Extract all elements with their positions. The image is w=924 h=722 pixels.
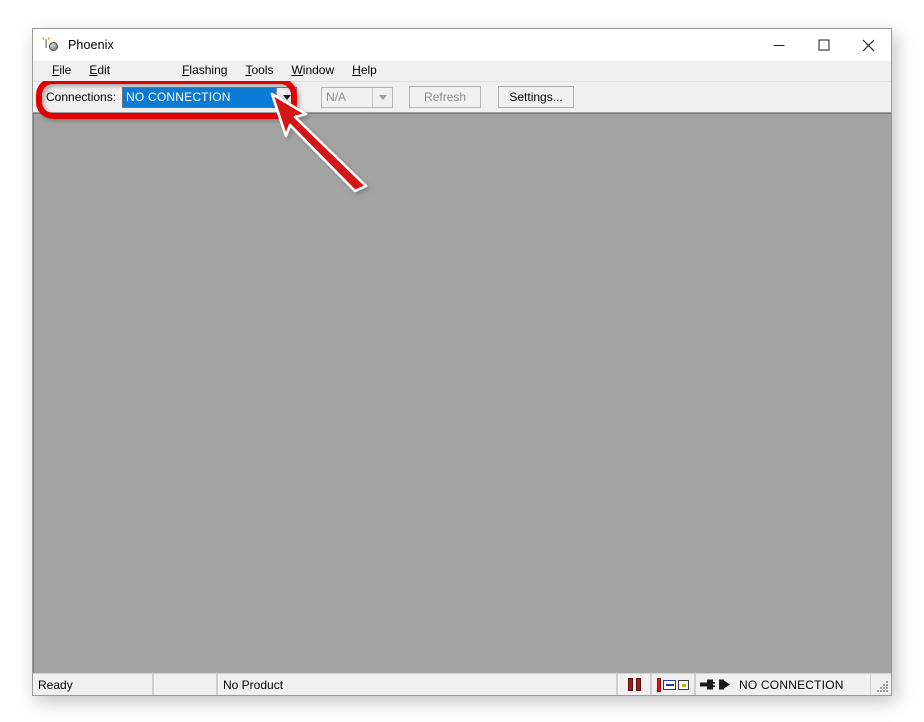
menu-item-tools-rest: ools [251,63,274,77]
title-bar: Phoenix [33,29,891,61]
menu-item-flashing-rest: lashing [189,63,228,77]
refresh-button[interactable]: Refresh [409,86,482,108]
status-ready-pane: Ready [33,674,153,695]
resize-grip-icon [877,681,888,692]
secondary-dropdown[interactable]: N/A [321,86,394,108]
chevron-down-icon [378,94,387,100]
mdi-client-area [33,113,891,673]
status-product-pane: No Product [217,674,617,695]
status-pause-pane[interactable] [617,674,651,695]
window-controls [756,29,891,61]
status-blank-pane [153,674,217,695]
minimize-button[interactable] [756,29,801,61]
mode-indicator-icon [657,677,689,692]
menu-bar: File Edit Flashing Tools Window Help [33,61,891,81]
menu-item-tools[interactable]: Tools [236,61,282,79]
connections-label: Connections: [46,90,117,104]
close-button[interactable] [846,29,891,61]
phoenix-app-icon [41,36,59,54]
connections-dropdown-arrow[interactable] [276,87,297,107]
phoenix-application-window: Phoenix File Edit Flashing Tools Window … [32,28,892,696]
menu-item-window[interactable]: Window [282,61,343,79]
connections-toolbar: Connections: NO CONNECTION N/A Refresh S… [33,81,891,113]
maximize-button[interactable] [801,29,846,61]
window-title: Phoenix [68,38,114,52]
pause-icon [627,678,641,691]
connections-selected-value: NO CONNECTION [123,87,277,107]
minimize-icon [773,45,784,46]
disconnected-plug-icon [700,679,730,690]
phoenix-icon-sphere [49,42,58,51]
menu-item-help[interactable]: Help [343,61,386,79]
menu-item-edit[interactable]: Edit [80,61,119,79]
status-bar: Ready No Product NO CONNECTION [33,673,891,695]
menu-item-help-rest: elp [360,63,377,77]
menu-item-edit-rest: dit [97,63,111,77]
menu-item-file-rest: ile [59,63,72,77]
menu-item-flashing[interactable]: Flashing [173,61,236,79]
screenshot-root: Phoenix File Edit Flashing Tools Window … [0,0,924,722]
secondary-dropdown-value: N/A [326,90,347,104]
status-connection-pane: NO CONNECTION [695,674,871,695]
status-mode-pane[interactable] [651,674,695,695]
secondary-dropdown-arrow[interactable] [372,87,393,107]
menu-item-file[interactable]: File [43,61,80,79]
resize-grip[interactable] [871,674,891,695]
maximize-icon [818,39,829,51]
connections-dropdown[interactable]: NO CONNECTION [122,86,298,108]
status-connection-text: NO CONNECTION [739,677,844,692]
settings-button[interactable]: Settings... [498,86,575,108]
menu-item-window-rest: indow [302,63,335,77]
chevron-down-icon [282,94,291,100]
close-icon [862,39,875,51]
